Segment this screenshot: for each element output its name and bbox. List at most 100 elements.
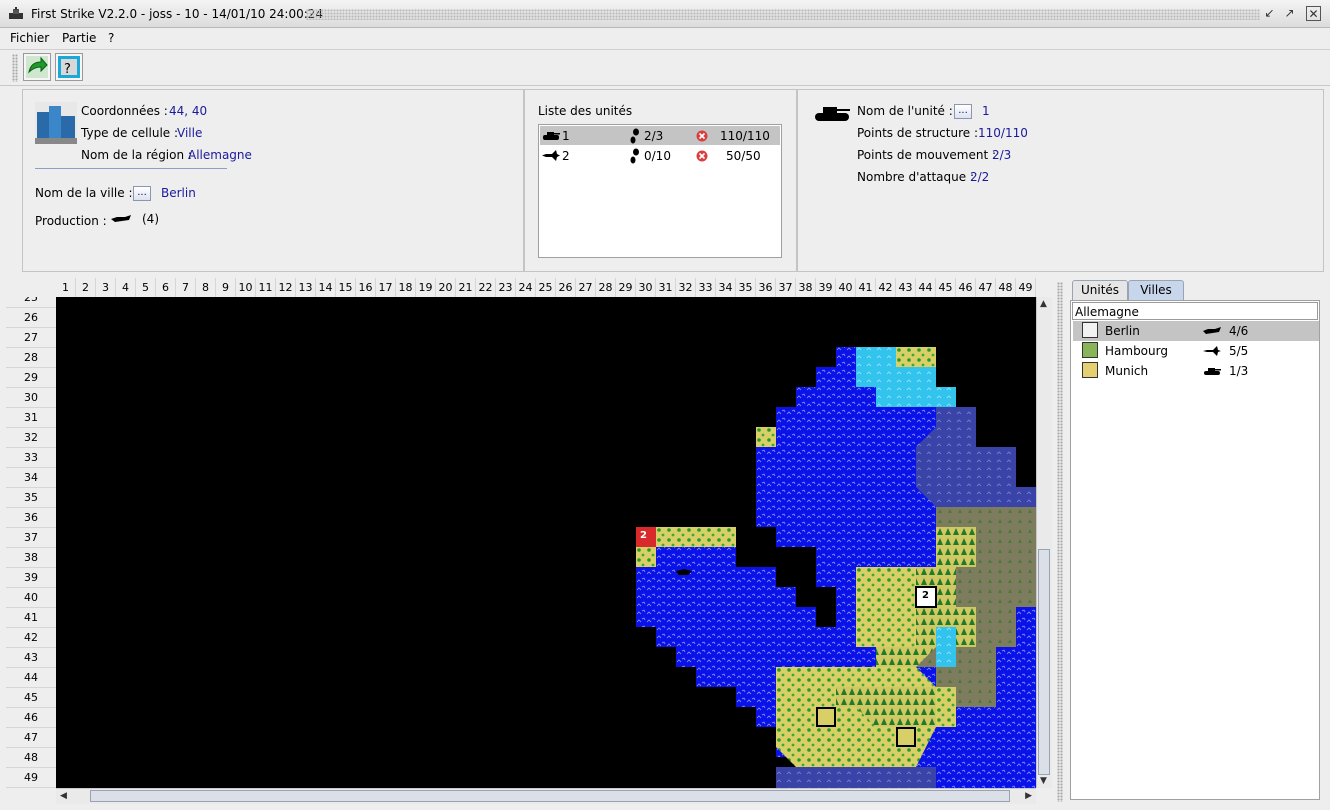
column-label: 43: [896, 278, 916, 297]
map-view: 1 2 3 4 5 6 7 8 9 10 11 12 13 14 15 16 17 18 19 20 21 22 23 24 2…: [0, 278, 1052, 804]
row-label: 29: [6, 368, 56, 388]
iconify-icon[interactable]: ↙: [1262, 6, 1277, 21]
unit-name-label: Nom de l'unité :: [857, 104, 953, 118]
map-canvas[interactable]: 2 2: [56, 297, 1036, 788]
row-label: 45: [6, 688, 56, 708]
title-bar-grip: [306, 9, 1260, 20]
menu-bar: Fichier Partie ?: [0, 28, 1330, 50]
scroll-down-icon[interactable]: ▼: [1040, 776, 1047, 786]
end-turn-button[interactable]: [23, 53, 51, 81]
splitter-handle[interactable]: [1057, 282, 1063, 802]
column-label: 42: [876, 278, 896, 297]
column-label: 28: [596, 278, 616, 297]
row-label: 32: [6, 428, 56, 448]
menu-partie[interactable]: Partie: [62, 31, 96, 45]
city-name: Berlin: [1105, 324, 1140, 338]
unit-row-2[interactable]: 2 0/10 50/50: [540, 146, 780, 165]
column-label: 13: [296, 278, 316, 297]
column-label: 36: [756, 278, 776, 297]
tab-unites[interactable]: Unités: [1072, 280, 1128, 300]
column-label: 31: [656, 278, 676, 297]
plane-icon: [542, 150, 560, 161]
region-label: Nom de la région :: [81, 148, 192, 162]
map-vertical-scrollbar[interactable]: ▲ ▼: [1036, 297, 1052, 788]
column-label: 41: [856, 278, 876, 297]
city-name-label: Nom de la ville :: [35, 186, 133, 200]
horizontal-scroll-thumb[interactable]: [90, 790, 1010, 802]
scroll-right-icon[interactable]: ▶: [1025, 791, 1032, 801]
city-row-munich[interactable]: Munich 1/3: [1073, 361, 1319, 381]
city-row-hambourg[interactable]: Hambourg 5/5: [1073, 341, 1319, 361]
row-label: 31: [6, 408, 56, 428]
unit-stack-badge: 2: [640, 530, 647, 541]
scroll-left-icon[interactable]: ◀: [60, 791, 67, 801]
row-label: 30: [6, 388, 56, 408]
title-bar: First Strike V2.2.0 - joss - 10 - 14/01/…: [0, 0, 1330, 28]
row-label: 49: [6, 768, 56, 788]
scroll-up-icon[interactable]: ▲: [1040, 299, 1047, 309]
region-value: Allemagne: [188, 148, 252, 162]
column-label: 44: [916, 278, 936, 297]
structure-label: Points de structure :: [857, 126, 978, 140]
column-label: 29: [616, 278, 636, 297]
green-arrow-icon: [26, 56, 48, 78]
menu-fichier[interactable]: Fichier: [10, 31, 49, 45]
toolbar-grip[interactable]: [12, 54, 18, 82]
vertical-scroll-thumb[interactable]: [1038, 549, 1050, 775]
tank-icon: [815, 107, 850, 121]
column-label: 12: [276, 278, 296, 297]
unit-question-icon: ?: [58, 56, 80, 78]
row-label: 28: [6, 348, 56, 368]
health-icon: [696, 130, 708, 142]
row-label: 43: [6, 648, 56, 668]
rename-unit-button[interactable]: ...: [954, 104, 972, 119]
unit-info-button[interactable]: ?: [55, 53, 83, 81]
cell-type-value: Ville: [177, 126, 203, 140]
close-icon[interactable]: ✕: [1306, 6, 1321, 21]
maximize-icon[interactable]: ↗: [1282, 6, 1297, 21]
city-icon: [1082, 362, 1098, 378]
column-label: 20: [436, 278, 456, 297]
column-label: 24: [516, 278, 536, 297]
svg-text:?: ?: [64, 62, 71, 77]
menu-help[interactable]: ?: [108, 31, 114, 45]
city-icon: [1082, 322, 1098, 338]
region-header-row[interactable]: Allemagne: [1072, 302, 1318, 320]
unit-hp: 110/110: [720, 129, 770, 143]
column-label: 18: [396, 278, 416, 297]
sidebar: Unités Villes Allemagne Berlin 4/6 Hambo…: [1066, 278, 1324, 804]
map-horizontal-scrollbar[interactable]: ◀ ▶: [56, 788, 1036, 804]
column-label: 5: [136, 278, 156, 297]
city-production: 4/6: [1229, 324, 1249, 338]
bomber-icon: [111, 215, 131, 222]
row-label: 33: [6, 448, 56, 468]
column-label: 35: [736, 278, 756, 297]
row-label: 26: [6, 308, 56, 328]
tab-villes[interactable]: Villes: [1128, 280, 1184, 300]
city-production: 1/3: [1229, 364, 1249, 378]
row-label: 46: [6, 708, 56, 728]
coord-value: 44, 40: [169, 104, 208, 118]
column-label: 47: [976, 278, 996, 297]
rename-city-button[interactable]: ...: [133, 186, 151, 201]
row-label: 42: [6, 628, 56, 648]
column-label: 3: [96, 278, 116, 297]
column-label: 45: [936, 278, 956, 297]
row-label: 25: [6, 297, 56, 308]
column-label: 2: [76, 278, 96, 297]
city-row-berlin[interactable]: Berlin 4/6: [1073, 321, 1319, 341]
row-label: 40: [6, 588, 56, 608]
unit-hp: 50/50: [726, 149, 761, 163]
column-label: 48: [996, 278, 1016, 297]
unit-row-1[interactable]: 1 2/3 110/110: [540, 126, 780, 145]
column-label: 46: [956, 278, 976, 297]
column-label: 49: [1016, 278, 1036, 297]
city-list[interactable]: Allemagne Berlin 4/6 Hambourg 5/5 Munich…: [1070, 300, 1320, 800]
column-label: 14: [316, 278, 336, 297]
structure-value: 110/110: [978, 126, 1028, 140]
bomber-icon: [1203, 327, 1221, 334]
units-list[interactable]: 1 2/3 110/110 2 0/10 50/50: [538, 124, 782, 258]
unit-stack-badge: 2: [922, 590, 929, 601]
column-label: 17: [376, 278, 396, 297]
row-label: 34: [6, 468, 56, 488]
